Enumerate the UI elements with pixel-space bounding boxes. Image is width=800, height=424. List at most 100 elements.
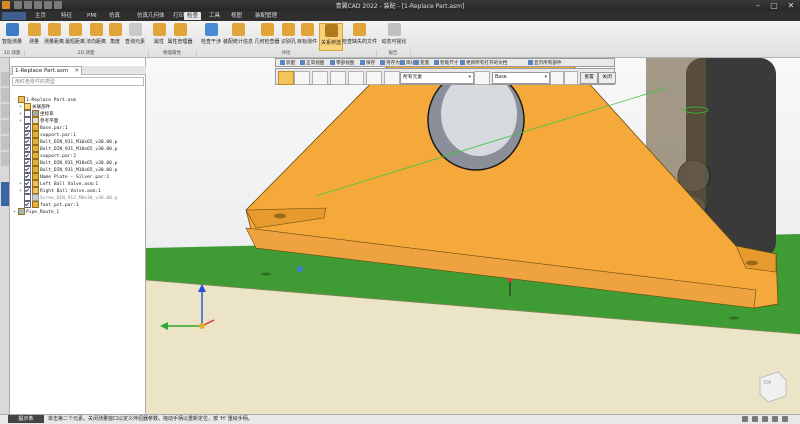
measure-button[interactable]: 测量 (25, 23, 43, 49)
angle-button[interactable]: 角度 (108, 23, 122, 49)
tree-row[interactable]: Bolt_DIN_931_M10x65_v30.00.p (24, 159, 117, 166)
select-mode-button[interactable] (278, 71, 294, 85)
selection-point[interactable] (297, 266, 303, 272)
panel-tab-2[interactable] (1, 88, 9, 102)
visibility-checkbox[interactable] (24, 187, 31, 194)
app-menu-button[interactable] (2, 12, 26, 20)
smart-dimension-button[interactable]: 智能尺寸 (434, 60, 458, 67)
option-button-1[interactable] (294, 71, 310, 85)
visibility-checkbox[interactable] (24, 194, 31, 201)
properties-button[interactable]: 属性 (152, 23, 166, 49)
panel-tab-1[interactable] (1, 72, 9, 86)
visibility-checkbox[interactable] (24, 201, 31, 208)
close-tab-icon[interactable]: ✕ (74, 67, 79, 76)
menu-assembly-management[interactable]: 装配管理 (252, 12, 280, 20)
maximize-button[interactable]: ▢ (766, 0, 782, 11)
option-button-2[interactable] (312, 71, 328, 85)
visibility-checkbox[interactable] (24, 138, 31, 145)
part-filter-select[interactable]: Base ▾ (492, 72, 550, 84)
bolt-hole[interactable] (274, 213, 286, 219)
visibility-checkbox[interactable] (24, 131, 31, 138)
tree-row[interactable]: + Left Ball Valve.asm:1 (19, 180, 98, 187)
visibility-checkbox[interactable] (24, 117, 31, 124)
tree-row[interactable]: -1-Replace Part.asm (13, 96, 76, 103)
menu-pmi[interactable]: PMI (84, 12, 100, 20)
document-tab[interactable]: 1-Replace Part.asm ✕ (12, 66, 82, 75)
visibility-checkbox[interactable] (24, 180, 31, 187)
property-manager-button[interactable]: 属性管理器 (167, 23, 193, 49)
panel-tab-4[interactable] (1, 120, 9, 134)
tree-row[interactable]: Bolt_DIN_931_M10x65_v30.00.p (24, 145, 117, 152)
min-distance-button[interactable]: 最短距离 (65, 23, 85, 49)
tree-row[interactable]: Bolt_DIN_931_M10x65_v30.00.p (24, 166, 117, 173)
status-icon-4[interactable] (772, 416, 778, 422)
reset-button[interactable]: 重置 (580, 72, 598, 84)
query-element-button[interactable]: 查询元素 (124, 23, 146, 49)
menu-inspect[interactable]: 检查 (184, 12, 202, 20)
panel-tab-6[interactable] (1, 152, 9, 166)
check-interference-button[interactable]: 检查干涉 (200, 23, 222, 49)
tree-row[interactable]: + 参考平面 (19, 117, 58, 124)
tree-row[interactable]: Name Plate - Silver.par:1 (24, 173, 109, 180)
close-toolbar-button[interactable]: 关闭 (598, 72, 616, 84)
list-option-button[interactable] (550, 71, 564, 85)
status-icon-2[interactable] (752, 416, 758, 422)
element-filter-select[interactable]: 所有元素 ▾ (400, 72, 474, 84)
visibility-checkbox[interactable] (24, 166, 31, 173)
normal-distance-button[interactable]: 法向距离 (86, 23, 106, 49)
check-missing-files-button[interactable]: 检查缺失的文件 (342, 23, 377, 49)
smart-measure-button[interactable]: 智能测量 (2, 23, 22, 49)
tree-row[interactable]: support.par:2 (24, 152, 76, 159)
menu-home[interactable]: 主页 (32, 12, 49, 20)
point-tool-button[interactable] (348, 71, 364, 85)
visibility-checkbox[interactable] (24, 173, 31, 180)
bolt-hole[interactable] (746, 260, 758, 266)
status-icon-5[interactable] (782, 416, 788, 422)
visibility-checkbox[interactable] (24, 145, 31, 152)
simplify-button[interactable]: 简化 (400, 60, 415, 67)
tree-row[interactable]: + 关联部件 (19, 103, 50, 110)
menu-tools[interactable]: 工具 (206, 12, 223, 20)
status-icon-3[interactable] (762, 416, 768, 422)
target-part-button[interactable]: 目标测件 (296, 23, 318, 49)
dynamic-visualization-button[interactable]: 动态可视化 (380, 23, 408, 49)
tree-row[interactable]: Bolt_DIN_931_M10x65_v30.00.p (24, 138, 117, 145)
visibility-checkbox[interactable] (24, 152, 31, 159)
menu-simulation[interactable]: 仿真 (106, 12, 123, 20)
variables-button[interactable]: 变量 (414, 60, 429, 67)
measure-point[interactable] (508, 278, 512, 282)
panel-tab-assembly-pathfinder[interactable] (1, 182, 9, 206)
tree-row[interactable]: foot_pct.par:1 (24, 201, 79, 208)
grid-option-button[interactable] (564, 71, 578, 85)
close-button[interactable]: ✕ (783, 0, 799, 11)
vertex-tool-button[interactable] (366, 71, 382, 85)
minimize-button[interactable]: – (750, 0, 766, 11)
measure-distance-button[interactable]: 测量距离 (44, 23, 64, 49)
update-all-docs-button[interactable]: 更新所有打开的文档 (460, 60, 507, 67)
assembly-stats-button[interactable]: 装配统计信息 (223, 23, 253, 49)
show-all-parts-button[interactable]: 显示所有部件 (528, 60, 562, 67)
3d-viewport[interactable]: TOP (146, 58, 800, 414)
edge-tool-button[interactable] (384, 71, 400, 85)
identify-holes-button[interactable]: 识别孔 (281, 23, 296, 49)
part-filter-input[interactable]: 用红色零件的类型 (12, 77, 144, 86)
tree-row[interactable]: Screw_DIN_912_M8x30_v30.00.p (24, 194, 117, 201)
menu-view[interactable]: 视图 (228, 12, 245, 20)
menu-features[interactable]: 特征 (58, 12, 75, 20)
view-cube[interactable] (759, 371, 787, 403)
status-icon-1[interactable] (742, 416, 748, 422)
model-view[interactable] (146, 58, 800, 414)
save-button[interactable]: 保存 (360, 60, 375, 67)
panel-tab-5[interactable] (1, 136, 9, 150)
tree-row[interactable]: support.par:1 (24, 131, 76, 138)
geometry-inspector-button[interactable]: 几何检查器 (254, 23, 280, 49)
assembly-button[interactable]: 装配 (280, 60, 295, 67)
relation-select-button[interactable]: 关系辨选 (319, 23, 343, 51)
tree-row[interactable]: Base.par:1 (24, 124, 68, 131)
normal-view-button[interactable]: 正常视图 (300, 60, 324, 67)
panel-tab-3[interactable] (1, 104, 9, 118)
menu-sim-geometry[interactable]: 仿真几何体 (134, 12, 168, 20)
part-view-button[interactable]: 零部视图 (330, 60, 354, 67)
visibility-checkbox[interactable] (24, 110, 31, 117)
tree-row[interactable]: + Right Ball Valve.asm:1 (19, 187, 101, 194)
